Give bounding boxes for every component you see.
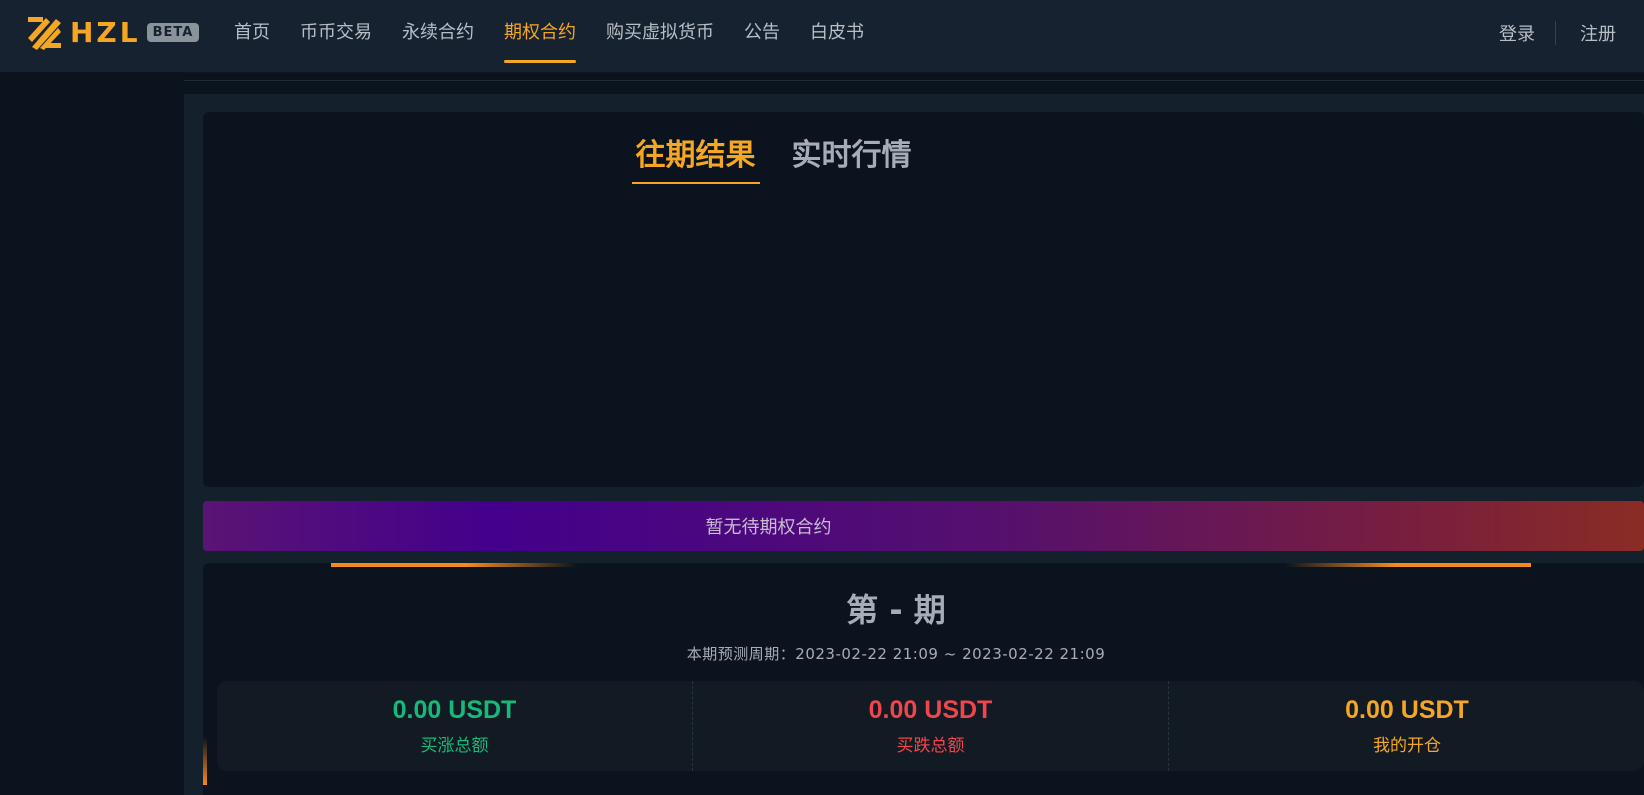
beta-badge: BETA xyxy=(146,22,200,42)
brand-name: HZL xyxy=(70,15,141,49)
auth-divider xyxy=(1555,21,1556,45)
tab-live-market[interactable]: 实时行情 xyxy=(788,130,916,184)
stat-buy-down-label: 买跌总额 xyxy=(896,736,965,756)
nav-item-announcements[interactable]: 公告 xyxy=(744,0,780,66)
brand-logo[interactable]: HZL BETA xyxy=(26,14,200,50)
register-link[interactable]: 注册 xyxy=(1580,20,1616,46)
login-link[interactable]: 登录 xyxy=(1499,20,1535,46)
period-range-label: 本期预测周期： xyxy=(686,645,796,663)
nav-item-perpetual-contract[interactable]: 永续合约 xyxy=(402,0,474,66)
nav-item-spot-trading[interactable]: 币币交易 xyxy=(300,0,372,66)
left-sidebar xyxy=(0,72,184,795)
top-navigation-bar: HZL BETA 首页 币币交易 永续合约 期权合约 购买虚拟货币 公告 白皮书… xyxy=(0,0,1644,72)
stat-buy-down: 0.00 USDT 买跌总额 xyxy=(693,681,1169,771)
stats-bar: 0.00 USDT 买涨总额 0.00 USDT 买跌总额 0.00 USDT … xyxy=(217,681,1644,771)
chart-panel: 往期结果 实时行情 xyxy=(203,112,1644,487)
logo-mark-icon xyxy=(28,17,61,50)
stat-buy-down-value: 0.00 USDT xyxy=(868,696,993,724)
main-nav: 首页 币币交易 永续合约 期权合约 购买虚拟货币 公告 白皮书 xyxy=(234,0,894,66)
period-range-start: 2023-02-22 21:09 xyxy=(795,645,939,663)
nav-item-whitepaper[interactable]: 白皮书 xyxy=(810,0,864,66)
stat-buy-up: 0.00 USDT 买涨总额 xyxy=(217,681,693,771)
period-range: 本期预测周期：2023-02-22 21:09 ~ 2023-02-22 21:… xyxy=(203,643,1589,664)
tab-past-results[interactable]: 往期结果 xyxy=(631,130,760,184)
auth-links: 登录 注册 xyxy=(1499,0,1616,66)
divider xyxy=(184,80,1644,81)
stat-my-position-label: 我的开仓 xyxy=(1373,736,1441,756)
stat-my-position: 0.00 USDT 我的开仓 xyxy=(1169,681,1644,771)
chart-tabs: 往期结果 实时行情 xyxy=(203,130,1644,184)
nav-item-home[interactable]: 首页 xyxy=(234,0,270,66)
period-range-end: 2023-02-22 21:09 xyxy=(962,645,1106,663)
banner-text: 暂无待期权合约 xyxy=(705,517,832,538)
accent-line-left xyxy=(331,563,577,567)
nav-item-buy-crypto[interactable]: 购买虚拟货币 xyxy=(606,0,714,66)
stat-buy-up-value: 0.00 USDT xyxy=(392,696,517,724)
main-content: 往期结果 实时行情 暂无待期权合约 第 - 期 本期预测周期：2023-02-2… xyxy=(184,94,1644,795)
period-range-separator: ~ xyxy=(938,645,963,663)
accent-line-right xyxy=(1285,563,1531,567)
side-accent-glow xyxy=(203,737,207,785)
period-title: 第 - 期 xyxy=(846,591,946,629)
stat-buy-up-label: 买涨总额 xyxy=(420,736,489,756)
period-panel: 第 - 期 本期预测周期：2023-02-22 21:09 ~ 2023-02-… xyxy=(203,563,1644,795)
pending-options-banner: 暂无待期权合约 xyxy=(203,501,1644,551)
nav-item-options-contract[interactable]: 期权合约 xyxy=(504,0,576,66)
stat-my-position-value: 0.00 USDT xyxy=(1345,696,1469,724)
